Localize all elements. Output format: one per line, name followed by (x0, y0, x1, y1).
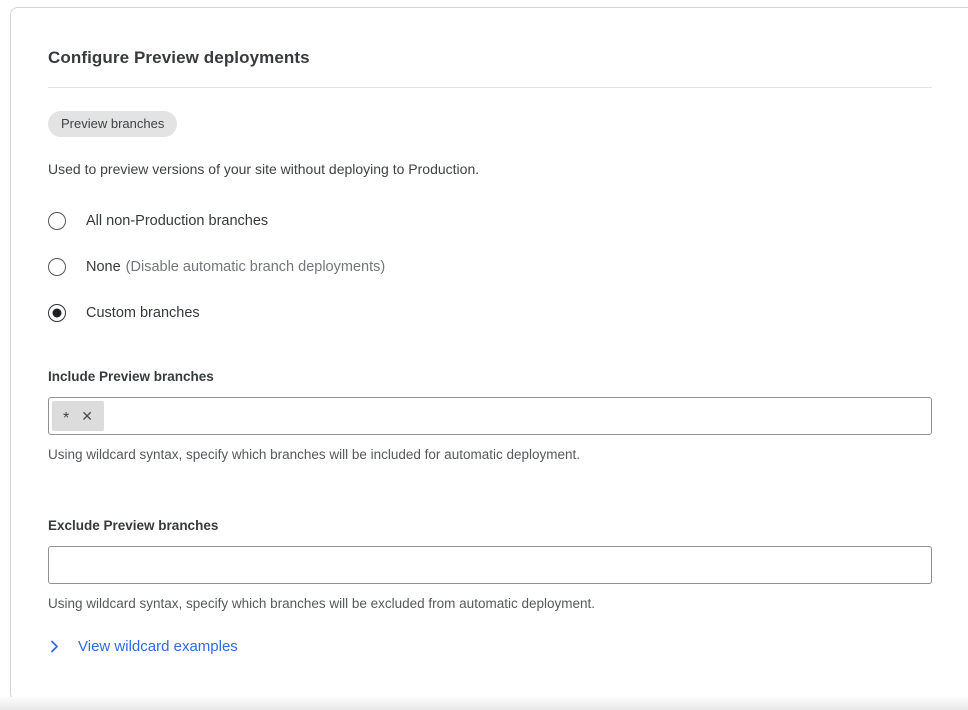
chevron-right-icon (48, 640, 61, 653)
section-description: Used to preview versions of your site wi… (48, 161, 895, 177)
branch-deployment-radio-group: All non-Production branches None (Disabl… (48, 211, 895, 322)
include-preview-branches-label: Include Preview branches (48, 369, 895, 384)
tag-value: * (63, 414, 69, 424)
radio-selected-icon[interactable] (48, 304, 66, 322)
remove-tag-icon[interactable]: ✕ (81, 409, 93, 423)
exclude-help-text: Using wildcard syntax, specify which bra… (48, 596, 895, 611)
view-wildcard-examples-link[interactable]: View wildcard examples (48, 638, 238, 655)
radio-note: (Disable automatic branch deployments) (126, 259, 386, 275)
include-help-text: Using wildcard syntax, specify which bra… (48, 447, 895, 462)
radio-label: Custom branches (86, 305, 200, 321)
exclude-preview-branches-input[interactable] (52, 550, 928, 580)
radio-unselected-icon[interactable] (48, 212, 66, 230)
preview-branches-badge: Preview branches (48, 111, 177, 137)
preview-deployments-card: Configure Preview deployments Preview br… (10, 7, 968, 701)
view-wildcard-examples-label: View wildcard examples (78, 638, 238, 655)
include-preview-branches-input[interactable]: * ✕ (48, 397, 932, 435)
title-divider (48, 87, 932, 88)
branch-tag-chip: * ✕ (52, 401, 104, 431)
exclude-preview-branches-input-wrap (48, 546, 932, 584)
radio-label: All non-Production branches (86, 213, 268, 229)
page-bottom-fade (0, 697, 968, 710)
radio-unselected-icon[interactable] (48, 258, 66, 276)
radio-label: None (86, 259, 121, 275)
page-title: Configure Preview deployments (48, 48, 895, 68)
radio-none[interactable]: None (Disable automatic branch deploymen… (48, 257, 895, 276)
radio-custom-branches[interactable]: Custom branches (48, 303, 895, 322)
exclude-preview-branches-label: Exclude Preview branches (48, 518, 895, 533)
radio-all-non-production-branches[interactable]: All non-Production branches (48, 211, 895, 230)
